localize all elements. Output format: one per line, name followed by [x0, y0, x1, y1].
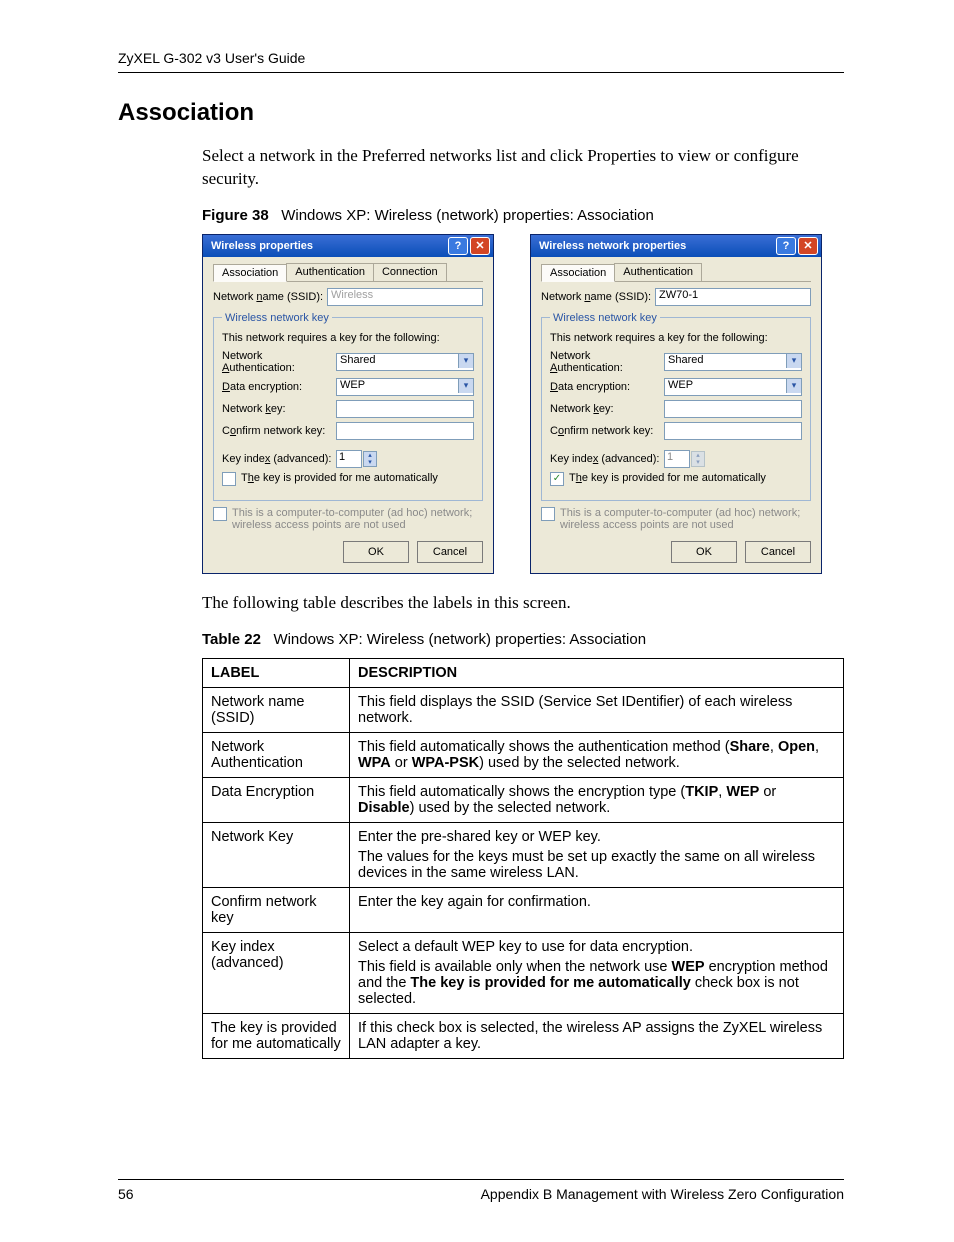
row-description: If this check box is selected, the wirel…	[350, 1013, 844, 1058]
tab-connection[interactable]: Connection	[373, 263, 447, 281]
table-caption: Table 22 Windows XP: Wireless (network) …	[202, 631, 844, 648]
key-index-input[interactable]: 1	[664, 450, 690, 468]
row-label: Data Encryption	[203, 777, 350, 822]
network-key-label: Network key:	[222, 403, 336, 415]
adhoc-checkbox[interactable]	[213, 507, 227, 521]
key-index-label: Key index (advanced):	[222, 453, 336, 465]
groupbox-intro: This network requires a key for the foll…	[550, 332, 802, 344]
adhoc-label: This is a computer-to-computer (ad hoc) …	[232, 507, 483, 531]
table-row: Confirm network keyEnter the key again f…	[203, 887, 844, 932]
figure-image-area: Wireless properties ? ✕ Association Auth…	[202, 234, 844, 574]
help-icon[interactable]: ?	[776, 237, 796, 255]
doc-header: ZyXEL G-302 v3 User's Guide	[118, 50, 844, 73]
row-label: Network name (SSID)	[203, 687, 350, 732]
chevron-down-icon[interactable]: ▾	[458, 379, 473, 393]
wireless-properties-dialog-left: Wireless properties ? ✕ Association Auth…	[202, 234, 494, 574]
auto-key-checkbox[interactable]	[222, 472, 236, 486]
ssid-label: Network name (SSID):	[213, 291, 327, 303]
network-key-input[interactable]	[664, 400, 802, 418]
groupbox-intro: This network requires a key for the foll…	[222, 332, 474, 344]
encryption-select[interactable]: WEP	[664, 378, 802, 396]
dialog-title: Wireless network properties	[539, 240, 774, 252]
close-icon[interactable]: ✕	[798, 237, 818, 255]
col-description: DESCRIPTION	[350, 658, 844, 687]
encryption-label: Data encryption:	[550, 381, 664, 393]
table-row: Data EncryptionThis field automatically …	[203, 777, 844, 822]
key-index-label: Key index (advanced):	[550, 453, 664, 465]
network-key-label: Network key:	[550, 403, 664, 415]
row-label: Network Key	[203, 822, 350, 887]
row-description: This field automatically shows the encry…	[350, 777, 844, 822]
ssid-field[interactable]: Wireless	[327, 288, 483, 306]
ok-button[interactable]: OK	[671, 541, 737, 563]
auto-key-label: The key is provided for me automatically	[569, 472, 766, 484]
encryption-label: Data encryption:	[222, 381, 336, 393]
intro-paragraph: Select a network in the Preferred networ…	[202, 145, 844, 191]
adhoc-checkbox[interactable]	[541, 507, 555, 521]
dialog-title: Wireless properties	[211, 240, 446, 252]
confirm-key-input[interactable]	[336, 422, 474, 440]
adhoc-label: This is a computer-to-computer (ad hoc) …	[560, 507, 811, 531]
spinner-buttons[interactable]: ▴▾	[363, 451, 377, 467]
groupbox-title: Wireless network key	[550, 312, 660, 324]
encryption-select[interactable]: WEP	[336, 378, 474, 396]
tab-association[interactable]: Association	[541, 264, 615, 282]
col-label: LABEL	[203, 658, 350, 687]
spinner-buttons: ▴▾	[691, 451, 705, 467]
after-figure-paragraph: The following table describes the labels…	[202, 592, 844, 615]
help-icon[interactable]: ?	[448, 237, 468, 255]
auth-select[interactable]: Shared	[664, 353, 802, 371]
confirm-key-label: Confirm network key:	[222, 425, 336, 437]
wireless-properties-dialog-right: Wireless network properties ? ✕ Associat…	[530, 234, 822, 574]
chevron-down-icon[interactable]: ▾	[458, 354, 473, 368]
groupbox-title: Wireless network key	[222, 312, 332, 324]
tab-authentication[interactable]: Authentication	[614, 263, 702, 281]
confirm-key-label: Confirm network key:	[550, 425, 664, 437]
auth-select[interactable]: Shared	[336, 353, 474, 371]
chevron-down-icon[interactable]: ▾	[786, 354, 801, 368]
cancel-button[interactable]: Cancel	[745, 541, 811, 563]
table-row: Network name (SSID)This field displays t…	[203, 687, 844, 732]
table-row: Network AuthenticationThis field automat…	[203, 732, 844, 777]
row-description: Enter the pre-shared key or WEP key.The …	[350, 822, 844, 887]
ok-button[interactable]: OK	[343, 541, 409, 563]
close-icon[interactable]: ✕	[470, 237, 490, 255]
footer-appendix: Appendix B Management with Wireless Zero…	[481, 1186, 844, 1202]
auto-key-checkbox[interactable]: ✓	[550, 472, 564, 486]
table-number: Table 22	[202, 631, 261, 648]
ssid-label: Network name (SSID):	[541, 291, 655, 303]
row-label: Key index (advanced)	[203, 932, 350, 1013]
confirm-key-input[interactable]	[664, 422, 802, 440]
wireless-key-groupbox: Wireless network key This network requir…	[541, 312, 811, 501]
row-label: Network Authentication	[203, 732, 350, 777]
network-key-input[interactable]	[336, 400, 474, 418]
table-row: The key is provided for me automatically…	[203, 1013, 844, 1058]
ssid-field[interactable]: ZW70-1	[655, 288, 811, 306]
table-caption-text: Windows XP: Wireless (network) propertie…	[273, 631, 646, 648]
figure-number: Figure 38	[202, 207, 269, 224]
tab-authentication[interactable]: Authentication	[286, 263, 374, 281]
wireless-key-groupbox: Wireless network key This network requir…	[213, 312, 483, 501]
cancel-button[interactable]: Cancel	[417, 541, 483, 563]
page-number: 56	[118, 1186, 134, 1202]
row-label: The key is provided for me automatically	[203, 1013, 350, 1058]
section-title: Association	[118, 99, 844, 127]
key-index-input[interactable]: 1	[336, 450, 362, 468]
figure-caption-text: Windows XP: Wireless (network) propertie…	[281, 207, 654, 224]
row-description: Enter the key again for confirmation.	[350, 887, 844, 932]
row-description: Select a default WEP key to use for data…	[350, 932, 844, 1013]
chevron-down-icon[interactable]: ▾	[786, 379, 801, 393]
description-table: LABEL DESCRIPTION Network name (SSID)Thi…	[202, 658, 844, 1059]
figure-caption: Figure 38 Windows XP: Wireless (network)…	[202, 207, 844, 224]
row-description: This field automatically shows the authe…	[350, 732, 844, 777]
auth-label: Network Authentication:	[222, 350, 336, 374]
tab-association[interactable]: Association	[213, 264, 287, 282]
auto-key-label: The key is provided for me automatically	[241, 472, 438, 484]
auth-label: Network Authentication:	[550, 350, 664, 374]
table-row: Key index (advanced)Select a default WEP…	[203, 932, 844, 1013]
row-description: This field displays the SSID (Service Se…	[350, 687, 844, 732]
row-label: Confirm network key	[203, 887, 350, 932]
table-row: Network KeyEnter the pre-shared key or W…	[203, 822, 844, 887]
